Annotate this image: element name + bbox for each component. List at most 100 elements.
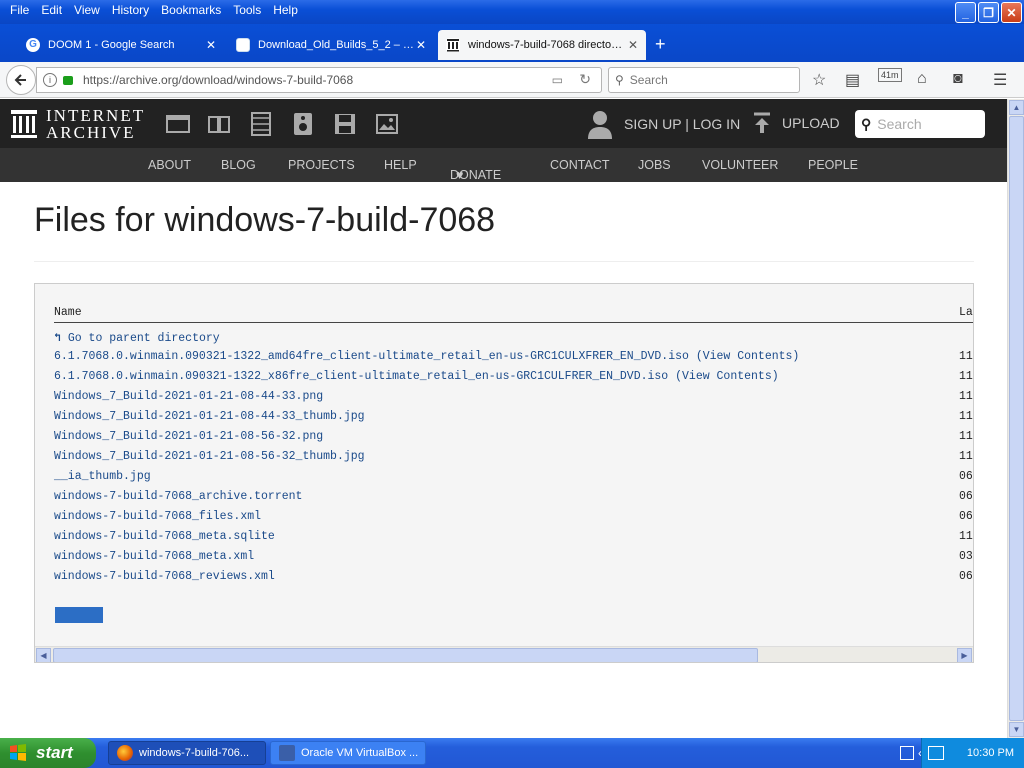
nav-about[interactable]: ABOUT <box>148 158 191 172</box>
file-row[interactable]: Windows_7_Build-2021-01-21-08-56-32_thum… <box>54 450 365 463</box>
menu-edit[interactable]: Edit <box>35 3 68 17</box>
tab-close-icon[interactable]: ✕ <box>628 38 638 52</box>
divider <box>34 261 974 262</box>
file-date: 11 <box>959 430 973 443</box>
home-icon[interactable]: ⌂ <box>917 70 927 88</box>
scroll-up-icon[interactable]: ▲ <box>1009 100 1024 115</box>
clock[interactable]: 10:30 PM <box>967 747 1014 759</box>
maximize-button[interactable]: ❐ <box>978 2 999 23</box>
hamburger-menu-icon[interactable]: ☰ <box>993 70 1007 90</box>
new-tab-button[interactable]: + <box>655 34 666 55</box>
system-tray: 10:30 PM <box>921 738 1024 768</box>
menu-bookmarks[interactable]: Bookmarks <box>155 3 227 17</box>
file-date: 06 <box>959 490 973 503</box>
file-date: 11 <box>959 450 973 463</box>
column-header-name[interactable]: Name <box>54 306 82 319</box>
video-icon[interactable] <box>249 112 273 136</box>
file-row[interactable]: windows-7-build-7068_files.xml <box>54 510 261 523</box>
tab-close-icon[interactable]: ✕ <box>206 38 216 52</box>
tab-download-old-builds[interactable]: Download_Old_Builds_5_2 – … ✕ <box>228 30 434 60</box>
ia-search-placeholder: Search <box>877 116 922 132</box>
arrow-left-icon <box>14 74 26 86</box>
back-button[interactable] <box>6 65 36 95</box>
file-row[interactable]: Windows_7_Build-2021-01-21-08-56-32.png <box>54 430 323 443</box>
user-icon <box>588 111 612 139</box>
minimize-button[interactable]: _ <box>955 2 976 23</box>
bookmark-star-icon[interactable]: ☆ <box>812 70 826 90</box>
nav-blog[interactable]: BLOG <box>221 158 256 172</box>
taskbar-item-label: windows-7-build-706... <box>139 747 250 759</box>
scroll-right-icon[interactable]: ▶ <box>957 648 972 662</box>
nav-jobs[interactable]: JOBS <box>638 158 671 172</box>
software-icon[interactable] <box>333 112 357 136</box>
ia-logo[interactable]: INTERNET ARCHIVE <box>10 107 145 141</box>
tab-close-icon[interactable]: ✕ <box>416 38 426 52</box>
texts-icon[interactable] <box>207 112 231 136</box>
url-bar[interactable]: i https://archive.org/download/windows-7… <box>36 67 602 93</box>
tab-windows-7-build[interactable]: windows-7-build-7068 directo… ✕ <box>438 30 646 60</box>
file-row[interactable]: windows-7-build-7068_meta.xml <box>54 550 254 563</box>
file-row[interactable]: Windows_7_Build-2021-01-21-08-44-33.png <box>54 390 323 403</box>
timer-badge[interactable]: 41m <box>878 68 902 82</box>
tab-strip: G DOOM 1 - Google Search ✕ Download_Old_… <box>0 24 1024 62</box>
horizontal-scrollbar[interactable]: ◀ ▶ <box>35 646 973 662</box>
info-icon[interactable]: i <box>43 73 57 87</box>
reload-icon[interactable]: ↻ <box>579 71 591 88</box>
blue-button[interactable] <box>55 607 103 623</box>
view-contents-link[interactable]: (View Contents) <box>675 370 779 383</box>
nav-people[interactable]: PEOPLE <box>808 158 858 172</box>
file-row[interactable]: Windows_7_Build-2021-01-21-08-44-33_thum… <box>54 410 365 423</box>
nav-contact[interactable]: CONTACT <box>550 158 610 172</box>
menu-file[interactable]: File <box>4 3 35 17</box>
ia-nav-menu: ABOUT BLOG PROJECTS HELP DONATE ♥ CONTACT… <box>0 148 1007 182</box>
file-link[interactable]: 6.1.7068.0.winmain.090321-1322_x86fre_cl… <box>54 370 668 383</box>
web-icon[interactable] <box>166 112 190 136</box>
scroll-thumb[interactable] <box>1009 116 1024 721</box>
upload-link[interactable]: UPLOAD <box>752 112 840 134</box>
file-date: 06 <box>959 570 973 583</box>
page-content: INTERNET ARCHIVE SIGN UP | LOG IN UPLOAD… <box>0 99 1007 738</box>
menu-view[interactable]: View <box>68 3 106 17</box>
images-icon[interactable] <box>375 112 399 136</box>
nav-volunteer[interactable]: VOLUNTEER <box>702 158 778 172</box>
logo-line-1: INTERNET <box>46 106 146 125</box>
scroll-left-icon[interactable]: ◀ <box>36 648 51 662</box>
menu-tools[interactable]: Tools <box>227 3 267 17</box>
parent-directory-link[interactable]: ↰ Go to parent directory <box>54 330 220 345</box>
signup-login-link[interactable]: SIGN UP | LOG IN <box>586 109 740 139</box>
nav-projects[interactable]: PROJECTS <box>288 158 355 172</box>
scroll-down-icon[interactable]: ▼ <box>1009 722 1024 737</box>
reader-view-icon[interactable]: ▭ <box>552 73 563 87</box>
file-link[interactable]: 6.1.7068.0.winmain.090321-1322_amd64fre_… <box>54 350 689 363</box>
file-row[interactable]: 6.1.7068.0.winmain.090321-1322_x86fre_cl… <box>54 370 779 383</box>
url-text[interactable]: https://archive.org/download/windows-7-b… <box>83 73 353 87</box>
view-contents-link[interactable]: (View Contents) <box>696 350 800 363</box>
nav-help[interactable]: HELP <box>384 158 417 172</box>
up-arrow-icon: ↰ <box>54 332 61 345</box>
menu-help[interactable]: Help <box>267 3 304 17</box>
window-controls: _ ❐ ✕ <box>955 2 1022 23</box>
file-row[interactable]: __ia_thumb.jpg <box>54 470 151 483</box>
pocket-icon[interactable]: ◙ <box>953 70 963 88</box>
file-row[interactable]: 6.1.7068.0.winmain.090321-1322_amd64fre_… <box>54 350 799 363</box>
audio-icon[interactable] <box>291 112 315 136</box>
file-row[interactable]: windows-7-build-7068_meta.sqlite <box>54 530 275 543</box>
file-row[interactable]: windows-7-build-7068_archive.torrent <box>54 490 302 503</box>
column-header-last-modified[interactable]: La <box>959 306 973 319</box>
heart-icon: ♥ <box>456 168 464 182</box>
browser-search-input[interactable]: ⚲ Search <box>608 67 800 93</box>
vertical-scrollbar[interactable]: ▲ ▼ <box>1007 99 1024 738</box>
network-icon[interactable] <box>928 746 944 760</box>
file-date: 11 <box>959 390 973 403</box>
taskbar-item-virtualbox[interactable]: Oracle VM VirtualBox ... <box>270 741 426 765</box>
file-row[interactable]: windows-7-build-7068_reviews.xml <box>54 570 275 583</box>
menu-history[interactable]: History <box>106 3 155 17</box>
start-button[interactable]: start <box>0 738 96 768</box>
tab-google-search[interactable]: G DOOM 1 - Google Search ✕ <box>18 30 224 60</box>
close-window-button[interactable]: ✕ <box>1001 2 1022 23</box>
taskbar-item-firefox[interactable]: windows-7-build-706... <box>108 741 266 765</box>
library-icon[interactable]: ▤ <box>845 70 860 90</box>
scroll-thumb[interactable] <box>53 648 758 662</box>
keyboard-icon[interactable] <box>900 746 914 760</box>
ia-search-input[interactable]: ⚲ Search <box>855 110 985 138</box>
